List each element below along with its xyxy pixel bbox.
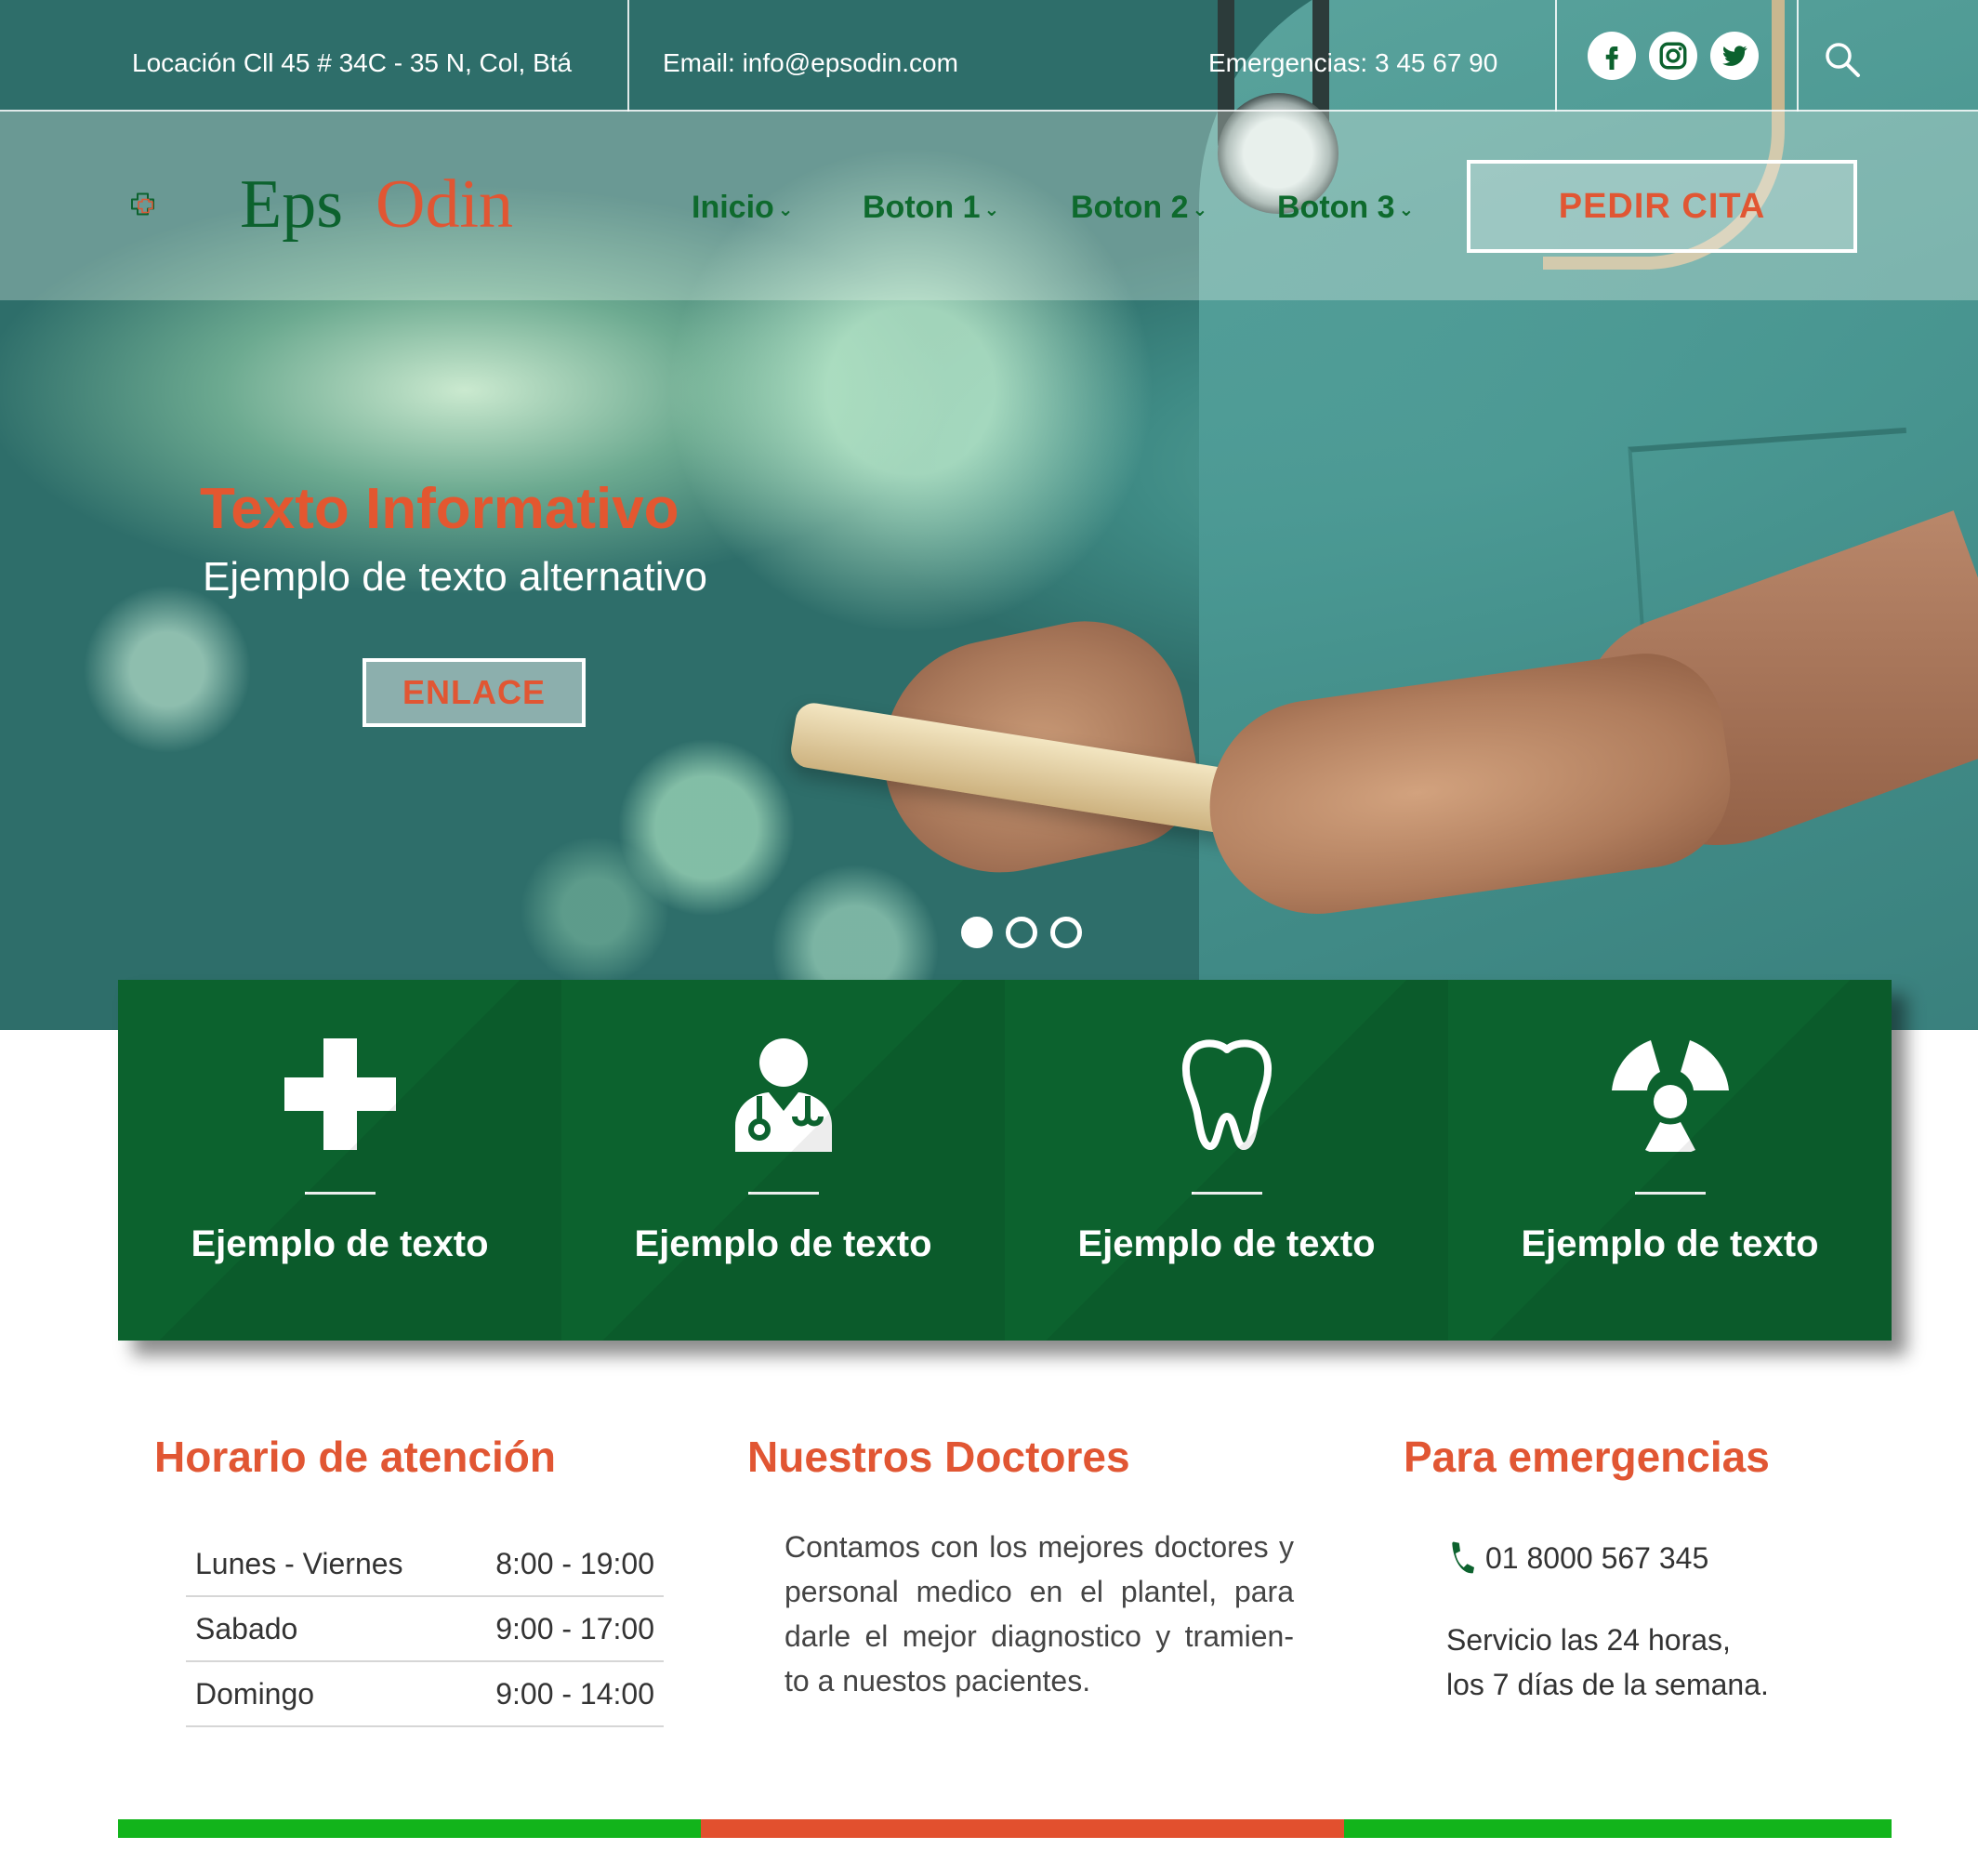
hours-time: 9:00 - 14:00 (495, 1676, 654, 1711)
book-appointment-button[interactable]: PEDIR CITA (1467, 160, 1857, 253)
service-label: Ejemplo de texto (191, 1223, 489, 1264)
hours-row: Lunes - Viernes 8:00 - 19:00 (186, 1532, 664, 1597)
twitter-icon[interactable] (1710, 32, 1759, 80)
carousel-dot-2[interactable] (1006, 917, 1037, 948)
email-link[interactable]: Email: info@epsodin.com (663, 48, 958, 78)
hours-row: Sabado 9:00 - 17:00 (186, 1597, 664, 1662)
instagram-icon[interactable] (1649, 32, 1697, 80)
divider (747, 1192, 819, 1195)
hours-day: Domingo (195, 1676, 315, 1711)
logo-text-odin[interactable]: Odin (376, 165, 513, 244)
hero-title: Texto Informativo (200, 477, 679, 541)
service-label: Ejemplo de texto (634, 1223, 932, 1264)
emergency-line-1: Servicio las 24 horas, (1446, 1623, 1731, 1657)
footer-stripe-green (1344, 1819, 1892, 1838)
emergency-service-text: Servicio las 24 horas, los 7 días de la … (1446, 1618, 1769, 1707)
hours-title: Horario de atención (154, 1433, 556, 1481)
chevron-down-icon: ⌄ (983, 200, 1000, 220)
hero-link-button[interactable]: ENLACE (363, 658, 586, 727)
service-card[interactable]: Ejemplo de texto (561, 980, 1005, 1341)
chevron-down-icon: ⌄ (1398, 200, 1415, 220)
hours-table: Lunes - Viernes 8:00 - 19:00 Sabado 9:00… (186, 1532, 664, 1727)
nav-item-boton-3[interactable]: Boton 3 ⌄ (1277, 190, 1414, 226)
hours-time: 9:00 - 17:00 (495, 1611, 654, 1645)
chevron-down-icon: ⌄ (777, 200, 794, 220)
nav-item-label: Inicio (692, 190, 774, 225)
carousel-indicators (961, 917, 1082, 948)
divider (1191, 1192, 1262, 1195)
twitter-glyph (1722, 46, 1747, 66)
divider (1797, 0, 1799, 112)
services-panel: Ejemplo de texto Ejemplo de texto Ejempl… (118, 980, 1892, 1341)
doctors-title: Nuestros Doctores (747, 1433, 1130, 1481)
nav-item-boton-2[interactable]: Boton 2 ⌄ (1071, 190, 1207, 226)
hours-day: Lunes - Viernes (195, 1546, 403, 1580)
nav-item-label: Boton 1 (863, 190, 981, 225)
emergencies-title: Para emergencias (1404, 1433, 1770, 1481)
service-label: Ejemplo de texto (1521, 1223, 1819, 1264)
emergency-phone-number: 01 8000 567 345 (1485, 1540, 1709, 1575)
top-info-bar: Locación Cll 45 # 34C - 35 N, Col, Btá E… (0, 0, 1978, 112)
emergency-phone[interactable]: 01 8000 567 345 (1446, 1539, 1708, 1577)
hours-time: 8:00 - 19:00 (495, 1546, 654, 1580)
nav-item-label: Boton 3 (1277, 190, 1395, 225)
doctor-icon (723, 1034, 844, 1155)
divider (1634, 1192, 1706, 1195)
instagram-glyph (1659, 42, 1687, 70)
emergency-phone-text: Emergencias: 3 45 67 90 (1208, 48, 1498, 77)
location-text: Locación Cll 45 # 34C - 35 N, Col, Btá (132, 48, 573, 77)
tooth-icon (1167, 1034, 1287, 1155)
chevron-down-icon: ⌄ (1192, 200, 1208, 220)
hero-subtitle: Ejemplo de texto alternativo (203, 554, 707, 600)
service-label: Ejemplo de texto (1077, 1223, 1376, 1264)
hours-day: Sabado (195, 1611, 298, 1645)
divider (627, 0, 629, 112)
logo-icon[interactable] (130, 156, 232, 253)
logo-text-eps[interactable]: Eps (240, 165, 343, 244)
service-card[interactable]: Ejemplo de texto (1005, 980, 1448, 1341)
divider (1555, 0, 1557, 112)
footer-stripe-orange (701, 1819, 1344, 1838)
divider (304, 1192, 376, 1195)
service-card[interactable]: Ejemplo de texto (1448, 980, 1892, 1341)
doctors-description: Contamos con los mejores doctores y pers… (785, 1530, 1294, 1698)
hours-row: Domingo 9:00 - 14:00 (186, 1662, 664, 1727)
emergency-line-2: los 7 días de la semana. (1446, 1668, 1769, 1701)
carousel-dot-3[interactable] (1050, 917, 1082, 948)
carousel-dot-1[interactable] (961, 917, 993, 948)
footer-stripe-green (118, 1819, 701, 1838)
radiation-icon (1610, 1034, 1731, 1155)
nav-item-boton-1[interactable]: Boton 1 ⌄ (863, 190, 999, 226)
nav-item-label: Boton 2 (1071, 190, 1189, 225)
phone-icon (1452, 1541, 1474, 1574)
facebook-glyph (1605, 46, 1618, 70)
service-card[interactable]: Ejemplo de texto (118, 980, 561, 1341)
nav-item-inicio[interactable]: Inicio ⌄ (692, 190, 794, 226)
facebook-icon[interactable] (1588, 32, 1636, 80)
medical-cross-icon (280, 1034, 401, 1155)
search-icon[interactable] (1824, 41, 1861, 78)
